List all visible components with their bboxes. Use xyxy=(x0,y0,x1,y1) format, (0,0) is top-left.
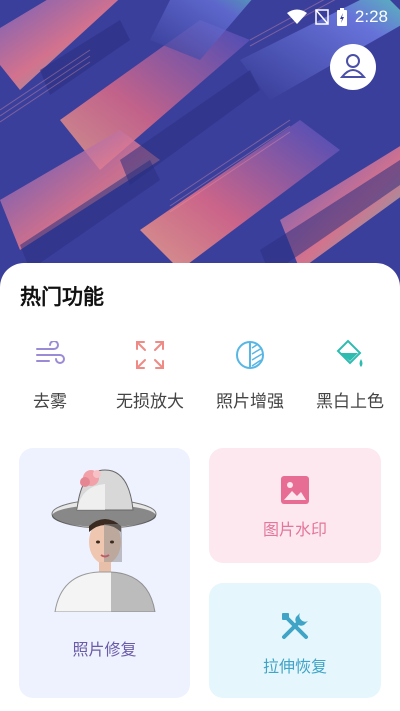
portrait-image xyxy=(47,462,162,616)
content-sheet: 热门功能 去雾 无损放大 照片增强 黑白上色 照片修复 图片水印 拉伸恢复 xyxy=(0,263,400,711)
card-label: 图片水印 xyxy=(262,520,327,539)
card-image-watermark[interactable]: 图片水印 xyxy=(209,448,381,563)
quick-action-label: 照片增强 xyxy=(216,392,284,412)
user-icon xyxy=(339,51,367,83)
status-time: 2:28 xyxy=(354,7,388,26)
quick-action-colorize[interactable]: 黑白上色 xyxy=(300,339,400,419)
quick-action-upscale[interactable]: 无损放大 xyxy=(100,339,200,419)
quick-actions: 去雾 无损放大 照片增强 黑白上色 xyxy=(0,339,400,419)
section-title: 热门功能 xyxy=(20,285,104,309)
card-label: 拉伸恢复 xyxy=(262,657,327,676)
status-bar: 2:28 xyxy=(0,0,400,34)
wifi-icon xyxy=(286,9,307,25)
card-stretch-restore[interactable]: 拉伸恢复 xyxy=(209,583,381,698)
image-icon xyxy=(281,476,309,508)
expand-icon xyxy=(135,340,165,374)
profile-button[interactable] xyxy=(330,44,376,90)
header-banner xyxy=(0,0,400,300)
quick-action-enhance[interactable]: 照片增强 xyxy=(200,339,300,419)
battery-icon xyxy=(336,8,347,26)
paint-bucket-icon xyxy=(334,339,366,375)
card-label: 照片修复 xyxy=(72,640,137,659)
quick-action-dehaze[interactable]: 去雾 xyxy=(0,339,100,419)
wave-pattern xyxy=(0,0,400,300)
tools-icon xyxy=(280,611,310,645)
contrast-icon xyxy=(235,340,265,374)
quick-action-label: 无损放大 xyxy=(116,392,184,412)
quick-action-label: 去雾 xyxy=(33,392,67,412)
wind-icon xyxy=(34,340,66,373)
signal-icon xyxy=(315,9,329,25)
quick-action-label: 黑白上色 xyxy=(316,392,384,412)
card-photo-restore[interactable]: 照片修复 xyxy=(19,448,190,698)
